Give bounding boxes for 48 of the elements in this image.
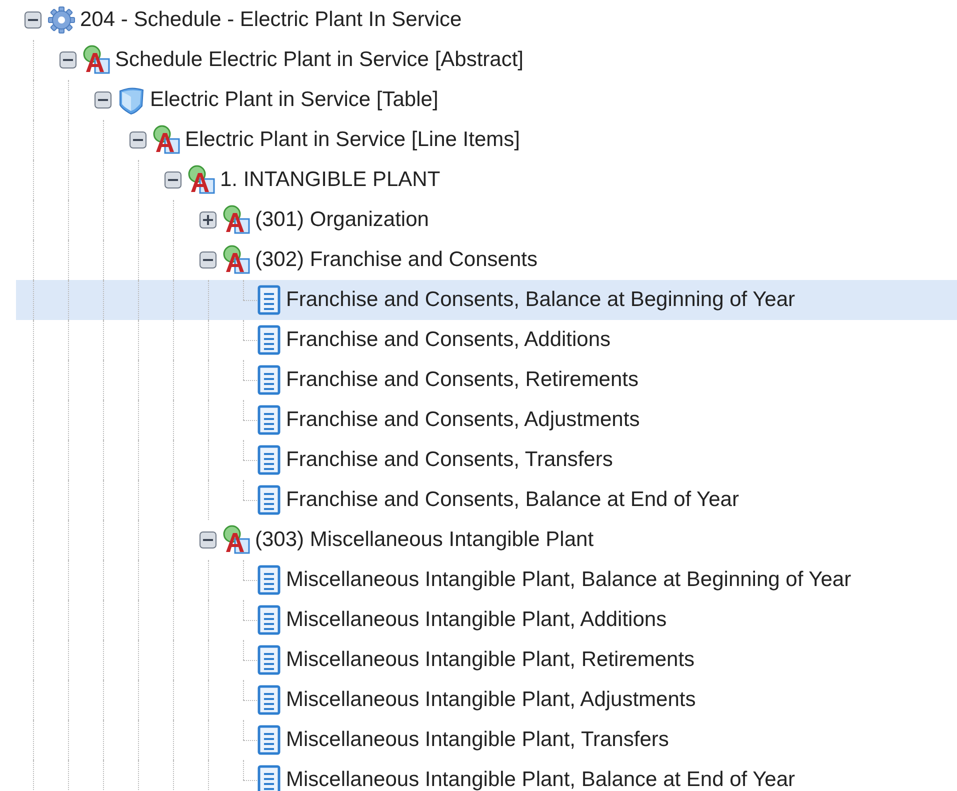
tree-item-label[interactable]: Miscellaneous Intangible Plant, Transfers: [286, 727, 669, 753]
document-icon: [256, 685, 282, 715]
document-icon: [256, 565, 282, 595]
document-icon: [256, 325, 282, 355]
letter-a-icon: [221, 245, 251, 275]
collapse-icon[interactable]: [199, 251, 217, 269]
gear-icon: [46, 5, 76, 35]
collapse-icon[interactable]: [199, 531, 217, 549]
document-icon: [256, 485, 282, 515]
expand-icon[interactable]: [199, 211, 217, 229]
tree-item-label[interactable]: Franchise and Consents, Adjustments: [286, 407, 640, 433]
tree-item-label[interactable]: 204 - Schedule - Electric Plant In Service: [80, 7, 462, 33]
collapse-icon[interactable]: [24, 11, 42, 29]
tree-item-label[interactable]: Franchise and Consents, Transfers: [286, 447, 613, 473]
document-icon: [256, 645, 282, 675]
document-icon: [256, 725, 282, 755]
document-icon: [256, 365, 282, 395]
tree-item-label[interactable]: Electric Plant in Service [Table]: [150, 87, 438, 113]
letter-a-icon: [221, 205, 251, 235]
letter-a-icon: [221, 525, 251, 555]
tree-item-label[interactable]: Miscellaneous Intangible Plant, Adjustments: [286, 687, 696, 713]
tree-item-label[interactable]: (303) Miscellaneous Intangible Plant: [255, 527, 594, 553]
tree-item-label[interactable]: Electric Plant in Service [Line Items]: [185, 127, 520, 153]
document-icon: [256, 405, 282, 435]
document-icon: [256, 285, 282, 315]
tree-item-label[interactable]: Miscellaneous Intangible Plant, Retirements: [286, 647, 695, 673]
letter-a-icon: [81, 45, 111, 75]
tree-item-label[interactable]: 1. INTANGIBLE PLANT: [220, 167, 440, 193]
letter-a-icon: [186, 165, 216, 195]
tree-item-label[interactable]: Franchise and Consents, Additions: [286, 327, 611, 353]
selected-row-highlight[interactable]: Franchise and Consents, Balance at Beginning of Year: [16, 280, 957, 320]
collapse-icon[interactable]: [129, 131, 147, 149]
document-icon: [256, 765, 282, 791]
document-icon: [256, 605, 282, 635]
tree-item-label[interactable]: (302) Franchise and Consents: [255, 247, 538, 273]
collapse-icon[interactable]: [164, 171, 182, 189]
collapse-icon[interactable]: [94, 91, 112, 109]
tree-item-label[interactable]: (301) Organization: [255, 207, 429, 233]
tree-item-label[interactable]: Franchise and Consents, Balance at Beginning of Year: [286, 287, 796, 313]
tree-item-label[interactable]: Miscellaneous Intangible Plant, Additions: [286, 607, 667, 633]
letter-a-icon: [151, 125, 181, 155]
tree-item-label[interactable]: Miscellaneous Intangible Plant, Balance at End of Year: [286, 767, 796, 791]
document-icon: [256, 445, 282, 475]
tree-item-label[interactable]: Franchise and Consents, Retirements: [286, 367, 638, 393]
tree-item-label[interactable]: Franchise and Consents, Balance at End of Year: [286, 487, 739, 513]
collapse-icon[interactable]: [59, 51, 77, 69]
tree-item-label[interactable]: Miscellaneous Intangible Plant, Balance at Beginning of Year: [286, 567, 852, 593]
tree-item-label[interactable]: Schedule Electric Plant in Service [Abstract]: [115, 47, 524, 73]
